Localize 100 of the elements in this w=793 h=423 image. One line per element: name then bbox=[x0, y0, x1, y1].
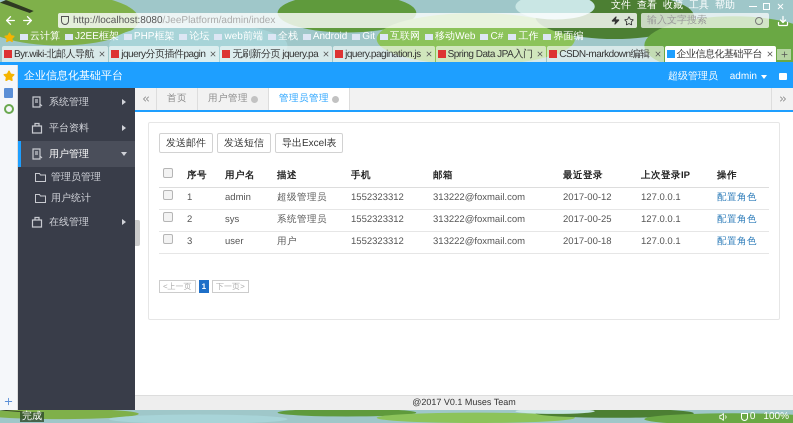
table-cell: 1552323312 bbox=[351, 209, 433, 231]
table-cell: 313222@foxmail.com bbox=[433, 209, 563, 231]
clock-icon[interactable] bbox=[4, 104, 14, 114]
browser-tab[interactable]: Byr.wiki-北邮人导航 bbox=[2, 46, 108, 62]
sidebar-item[interactable]: 用户管理 bbox=[18, 141, 135, 167]
double-right-icon bbox=[778, 94, 788, 104]
search-icon[interactable] bbox=[755, 16, 763, 24]
action-button[interactable]: 发送短信 bbox=[217, 133, 271, 153]
sidebar-item[interactable]: 在线管理 bbox=[18, 209, 135, 235]
document-icon bbox=[31, 148, 43, 160]
page-tab[interactable]: 首页 bbox=[157, 88, 198, 110]
double-left-icon bbox=[140, 94, 150, 104]
table-cell: admin bbox=[225, 187, 277, 209]
table-cell: 用户 bbox=[277, 231, 351, 253]
table-cell: 2017-00-25 bbox=[563, 209, 641, 231]
caret-icon bbox=[761, 74, 767, 80]
next-page-button[interactable]: 下一页> bbox=[212, 280, 249, 292]
user-menu[interactable]: admin bbox=[730, 69, 767, 84]
star-icon[interactable] bbox=[624, 16, 634, 26]
checkbox[interactable] bbox=[163, 234, 173, 244]
shield-icon[interactable] bbox=[740, 412, 748, 420]
table-cell: 127.0.0.1 bbox=[641, 209, 717, 231]
favorites-icon[interactable] bbox=[4, 32, 15, 42]
table-cell: 1552323312 bbox=[351, 187, 433, 209]
table-cell: 1 bbox=[187, 187, 225, 209]
bag-icon bbox=[31, 122, 43, 134]
configure-role-link[interactable]: 配置角色 bbox=[717, 236, 757, 247]
column-header: 操作 bbox=[717, 165, 769, 187]
table-cell: user bbox=[225, 231, 277, 253]
submenu-item[interactable]: 用户统计 bbox=[18, 188, 135, 209]
column-header: 描述 bbox=[277, 165, 351, 187]
browser-tab[interactable]: jquery分页插件pagin bbox=[109, 46, 220, 62]
download-icon[interactable] bbox=[777, 14, 789, 26]
page-tab[interactable]: 管理员管理 bbox=[269, 88, 350, 110]
page-icon bbox=[335, 50, 344, 58]
browser-tab[interactable]: 无刷新分页 jquery.pa bbox=[220, 46, 332, 62]
shield-icon bbox=[61, 16, 69, 25]
submenu-item[interactable]: 管理员管理 bbox=[18, 167, 135, 188]
sidebar-item[interactable]: 平台资料 bbox=[18, 115, 135, 141]
table-cell: 2017-00-18 bbox=[563, 231, 641, 253]
table-cell: 313222@foxmail.com bbox=[433, 231, 563, 253]
table-cell: sys bbox=[225, 209, 277, 231]
page-icon bbox=[111, 50, 120, 58]
page-icon bbox=[549, 50, 558, 58]
table-cell: 3 bbox=[187, 231, 225, 253]
table-cell: 2 bbox=[187, 209, 225, 231]
caret-icon bbox=[121, 99, 127, 105]
action-button[interactable]: 发送邮件 bbox=[159, 133, 213, 153]
browser-tab[interactable]: Spring Data JPA入门 bbox=[436, 46, 546, 62]
checkbox[interactable] bbox=[163, 168, 173, 178]
column-header: 最近登录 bbox=[563, 165, 641, 187]
folder-icon bbox=[35, 194, 46, 203]
maximize-icon[interactable] bbox=[763, 2, 770, 10]
blocked-count: 0 bbox=[750, 412, 756, 422]
forward-icon[interactable] bbox=[21, 14, 34, 27]
page-number[interactable]: 1 bbox=[198, 280, 210, 292]
page-icon bbox=[4, 50, 12, 58]
configure-role-link[interactable]: 配置角色 bbox=[717, 192, 757, 203]
page-icon bbox=[222, 50, 230, 58]
address-bar[interactable]: http://localhost:8080/JeePlatform/admin/index bbox=[58, 13, 637, 28]
folder-icon bbox=[35, 173, 46, 182]
bolt-icon[interactable] bbox=[611, 16, 620, 25]
plus-icon bbox=[780, 50, 789, 59]
star-icon[interactable] bbox=[2, 70, 14, 82]
checkbox[interactable] bbox=[163, 212, 173, 222]
checkbox[interactable] bbox=[163, 190, 173, 200]
bookmark[interactable]: 云计算 bbox=[20, 32, 60, 42]
caret-icon bbox=[121, 219, 127, 225]
column-header: 用户名 bbox=[225, 165, 277, 187]
caret-icon bbox=[121, 151, 127, 157]
table-cell: 1552323312 bbox=[351, 231, 433, 253]
column-header: 手机 bbox=[351, 165, 433, 187]
configure-role-link[interactable]: 配置角色 bbox=[717, 214, 757, 225]
menu-item[interactable]: 收藏 bbox=[663, 1, 683, 11]
table-cell: 127.0.0.1 bbox=[641, 187, 717, 209]
browser-tab[interactable]: jquery.pagination.js bbox=[333, 46, 435, 62]
action-button[interactable]: 导出Excel表 bbox=[275, 133, 344, 153]
prev-page-button[interactable]: <上一页 bbox=[159, 280, 196, 292]
browser-tab[interactable]: CSDN-markdown编辑 bbox=[547, 46, 664, 62]
role-label: 超级管理员 bbox=[668, 70, 718, 84]
table-cell: 127.0.0.1 bbox=[641, 231, 717, 253]
sidebar-item[interactable]: 系统管理 bbox=[18, 89, 135, 115]
back-icon[interactable] bbox=[4, 14, 17, 27]
page-icon bbox=[666, 50, 675, 58]
caret-icon bbox=[121, 125, 127, 131]
table-cell: 超级管理员 bbox=[277, 187, 351, 209]
column-header: 邮箱 bbox=[433, 165, 563, 187]
menu-item[interactable]: 查看 bbox=[637, 1, 657, 11]
url-text: http://localhost:8080/JeePlatform/admin/index bbox=[73, 14, 276, 28]
zoom-level[interactable]: 100% bbox=[763, 412, 789, 422]
browser-tab[interactable]: 企业信息化基础平台 bbox=[664, 46, 776, 62]
table-cell: 2017-00-12 bbox=[563, 187, 641, 209]
footer-text: @2017 V0.1 Muses Team bbox=[412, 396, 516, 410]
brand-title: 企业信息化基础平台 bbox=[24, 69, 123, 84]
column-header: 上次登录IP bbox=[641, 165, 717, 187]
bag-icon bbox=[31, 216, 43, 228]
add-icon[interactable] bbox=[3, 396, 14, 407]
speaker-icon[interactable] bbox=[718, 412, 729, 422]
collapse-handle[interactable] bbox=[135, 220, 140, 246]
column-header: 序号 bbox=[187, 165, 225, 187]
